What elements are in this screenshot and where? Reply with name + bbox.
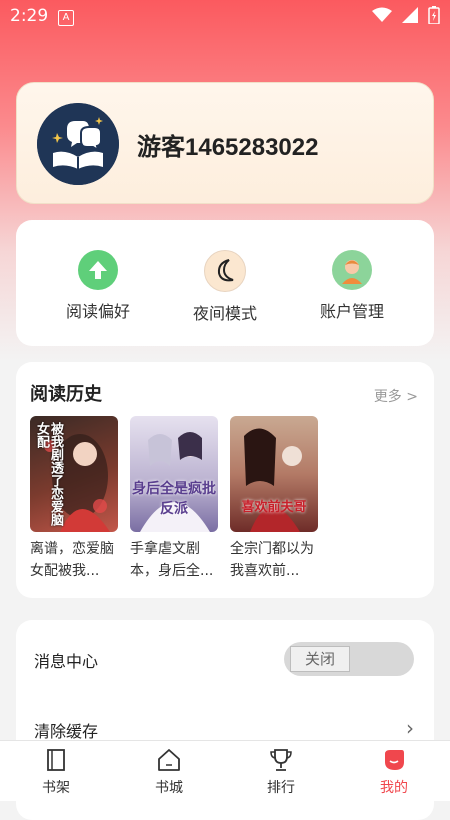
signal-icon [402, 7, 418, 23]
more-link[interactable]: 更多 > [374, 386, 418, 406]
tab-label: 书架 [42, 780, 70, 796]
profile-icon [354, 747, 434, 773]
quick-actions-card: 阅读偏好 夜间模式 账户管理 [16, 220, 434, 346]
tab-bookstore[interactable]: 书城 [129, 747, 209, 797]
chevron-right-icon: › [406, 716, 414, 740]
battery-icon [428, 6, 440, 24]
reading-history-card: 阅读历史 更多 > 被我剧透了恋爱脑女配 离谱，恋爱脑女配被我... 身后全是疯… [16, 362, 434, 598]
tab-label: 书城 [155, 780, 183, 796]
trophy-icon [241, 747, 321, 773]
wifi-icon [372, 7, 392, 22]
toggle-knob: 关闭 [290, 646, 350, 672]
reading-history-title: 阅读历史 [30, 384, 102, 405]
history-book[interactable]: 喜欢前夫哥 全宗门都以为我喜欢前... [230, 416, 318, 582]
account-management-button[interactable]: 账户管理 [297, 250, 407, 322]
book-cover-text: 身后全是疯批反派 [132, 481, 216, 517]
notification-icon: A [58, 10, 74, 26]
reading-preference-label: 阅读偏好 [65, 302, 130, 321]
clear-cache-label: 清除缓存 [34, 722, 99, 741]
history-book[interactable]: 身后全是疯批反派 手拿虐文剧本，身后全... [130, 416, 218, 582]
book-cover: 身后全是疯批反派 [130, 416, 218, 532]
tab-ranking[interactable]: 排行 [241, 747, 321, 797]
book-cover-text: 喜欢前夫哥 [241, 500, 307, 515]
message-center-label: 消息中心 [34, 652, 99, 671]
reading-preference-button[interactable]: 阅读偏好 [43, 250, 153, 322]
username: 游客1465283022 [137, 134, 319, 161]
profile-card[interactable]: 游客1465283022 [16, 82, 434, 204]
book-cover: 喜欢前夫哥 [230, 416, 318, 532]
user-icon [332, 250, 372, 290]
bookstore-icon [129, 747, 209, 773]
reading-avatar-icon[interactable] [37, 103, 119, 185]
book-cover-text: 被我剧透了恋爱脑女配 [34, 422, 63, 526]
bottom-tab-bar: 书架 书城 排行 我的 [0, 740, 450, 801]
account-management-label: 账户管理 [319, 302, 384, 321]
tab-label: 排行 [267, 780, 295, 796]
message-center-row[interactable]: 消息中心 关闭 [34, 640, 414, 680]
tab-label: 我的 [380, 780, 408, 796]
night-mode-label: 夜间模式 [192, 304, 257, 323]
book-title: 全宗门都以为我喜欢前... [230, 541, 314, 579]
status-icons [372, 6, 440, 24]
tab-profile[interactable]: 我的 [354, 747, 434, 797]
bookshelf-icon [16, 747, 96, 773]
book-title: 离谱，恋爱脑女配被我... [30, 541, 114, 579]
book-title: 手拿虐文剧本，身后全... [130, 541, 214, 579]
arrow-up-icon [78, 250, 118, 290]
message-center-toggle[interactable]: 关闭 [284, 642, 414, 676]
status-time: 2:29 [10, 6, 49, 26]
history-book[interactable]: 被我剧透了恋爱脑女配 离谱，恋爱脑女配被我... [30, 416, 118, 582]
night-mode-button[interactable]: 夜间模式 [170, 250, 280, 324]
status-bar: 2:29 A [0, 0, 450, 32]
moon-icon [204, 250, 246, 292]
book-cover: 被我剧透了恋爱脑女配 [30, 416, 118, 532]
tab-bookshelf[interactable]: 书架 [16, 747, 96, 797]
